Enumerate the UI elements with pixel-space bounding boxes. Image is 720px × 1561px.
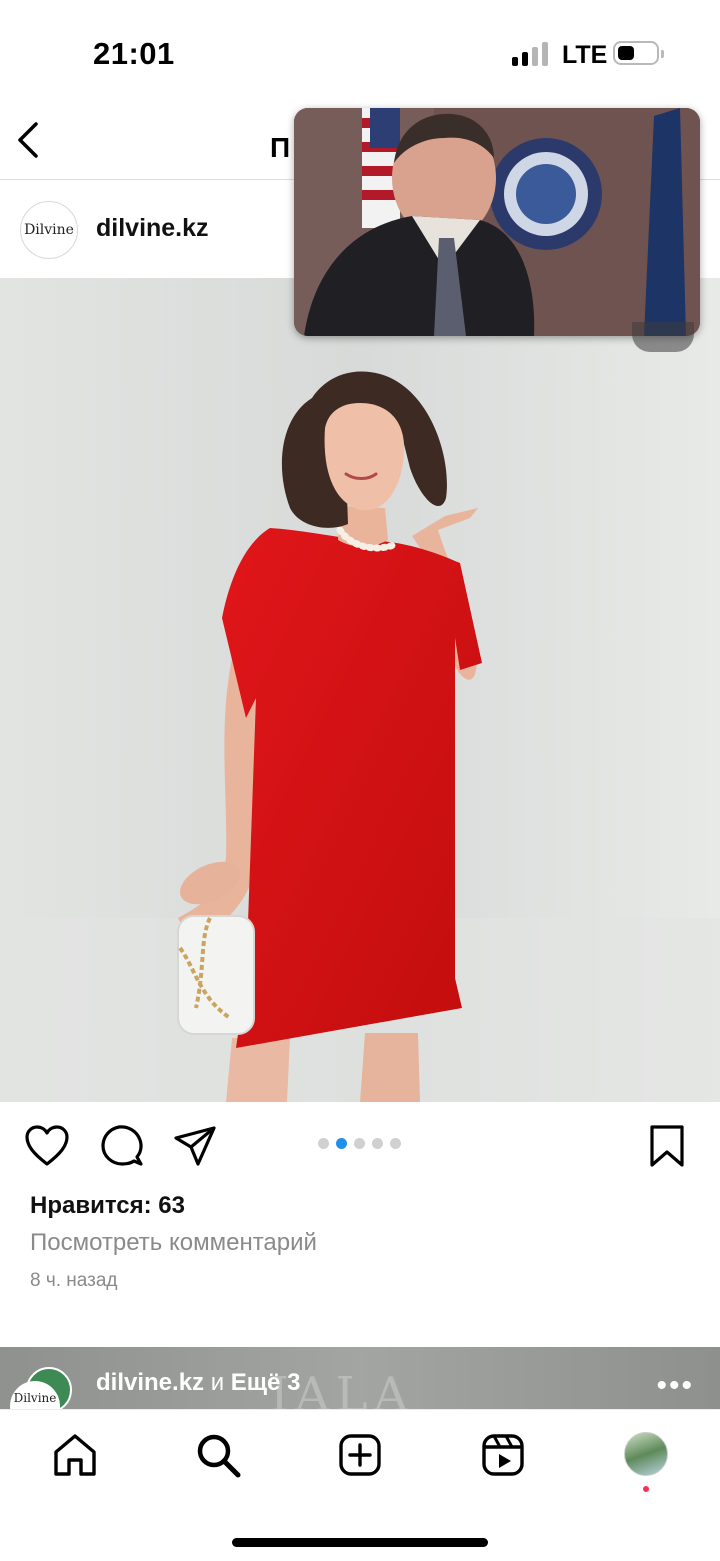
next-post-username[interactable]: dilvine.kz и Ещё 3 [96,1369,300,1397]
comment-icon[interactable] [100,1124,144,1168]
back-icon[interactable] [14,120,44,160]
post-action-bar [0,1102,720,1190]
carousel-dot [318,1138,329,1149]
profile-avatar-tab[interactable] [624,1432,668,1476]
signal-icon [512,42,550,66]
media-overlay-button[interactable] [632,322,694,352]
bottom-tab-bar [0,1409,720,1561]
post-image-illustration [0,278,720,1102]
view-comments-link[interactable]: Посмотреть комментарий [30,1229,317,1257]
next-post-header[interactable]: IALA Dilvine dilvine.kz и Ещё 3 ••• [0,1347,720,1409]
reels-icon[interactable] [478,1430,528,1480]
post-timestamp: 8 ч. назад [30,1270,118,1291]
carrier-label: LTE [562,41,608,69]
post-username[interactable]: dilvine.kz [96,214,209,243]
likes-count[interactable]: Нравится: 63 [30,1192,185,1220]
next-post-user-name[interactable]: dilvine.kz [96,1369,204,1396]
status-time: 21:01 [93,36,175,71]
add-post-icon[interactable] [335,1430,385,1480]
video-frame-illustration [294,108,700,336]
notification-dot [643,1486,649,1492]
send-icon[interactable] [172,1124,218,1168]
heart-icon[interactable] [24,1124,70,1168]
picture-in-picture-video[interactable] [294,108,700,336]
post-photo[interactable] [0,278,720,1102]
carousel-dot [372,1138,383,1149]
carousel-indicator [318,1138,401,1150]
next-post-and: и [204,1369,231,1396]
home-indicator [232,1538,488,1547]
home-icon[interactable] [50,1430,100,1480]
page-title: П [270,132,291,163]
status-bar: 21:01 LTE [0,0,720,100]
carousel-dot [390,1138,401,1149]
next-post-others[interactable]: Ещё 3 [231,1369,301,1396]
search-icon[interactable] [193,1430,243,1480]
carousel-dot [336,1138,347,1149]
carousel-dot [354,1138,365,1149]
more-options-icon[interactable]: ••• [656,1371,694,1401]
bookmark-icon[interactable] [648,1124,686,1168]
avatar[interactable]: Dilvine [20,201,78,259]
battery-icon [613,41,664,65]
